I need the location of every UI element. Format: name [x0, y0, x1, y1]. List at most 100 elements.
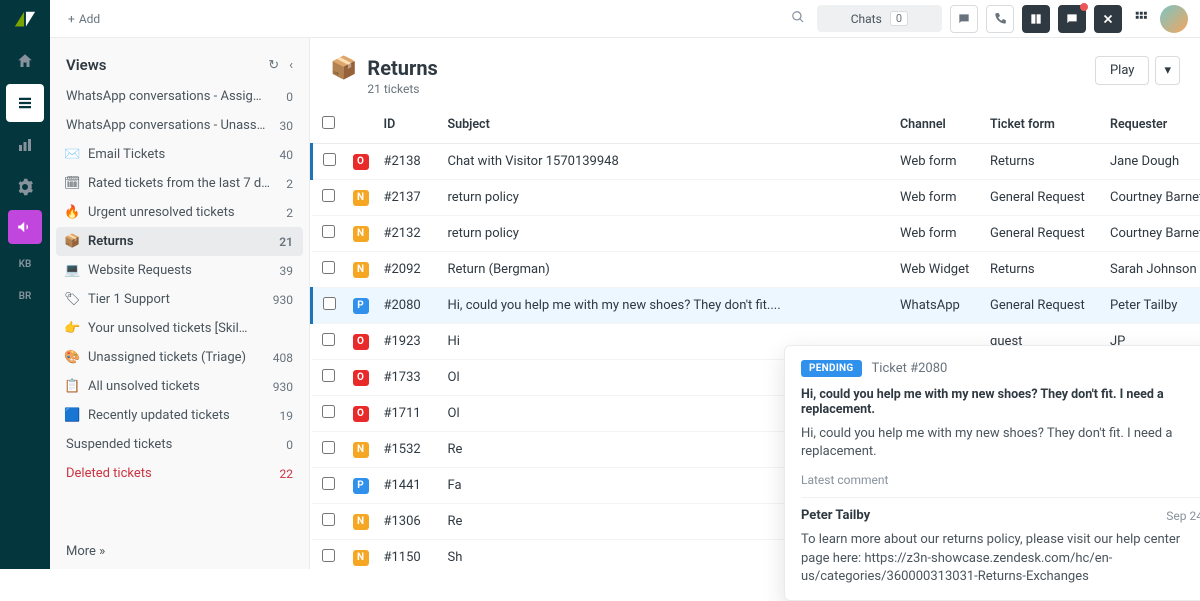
ticket-requester: Sarah Johnson	[1102, 252, 1200, 288]
table-row[interactable]: N#2132return policyWeb formGeneral Reque…	[312, 216, 1200, 252]
status-badge: P	[353, 298, 369, 314]
sidebar-item[interactable]: WhatsApp conversations - Assig…0	[50, 82, 309, 111]
view-icon: 📋	[64, 379, 80, 394]
ticket-form: General Request	[982, 216, 1102, 252]
sidebar-item[interactable]: 🔥Urgent unresolved tickets2	[50, 198, 309, 227]
view-label: Returns	[88, 234, 271, 249]
sidebar-item[interactable]: WhatsApp conversations - Unass…30	[50, 111, 309, 140]
view-icon: 💻	[64, 263, 80, 278]
row-checkbox[interactable]	[322, 549, 335, 562]
page-subtitle: 21 tickets	[367, 82, 437, 96]
row-checkbox[interactable]	[322, 513, 335, 526]
rail-views-icon[interactable]	[6, 84, 44, 122]
status-badge: N	[353, 190, 369, 206]
sidebar-item[interactable]: 🏷Tier 1 Support930	[50, 285, 309, 314]
col-requester[interactable]: Requester	[1102, 106, 1200, 144]
row-checkbox[interactable]	[322, 225, 335, 238]
sidebar-item[interactable]: 🎨Unassigned tickets (Triage)408	[50, 343, 309, 372]
select-all-checkbox[interactable]	[322, 116, 335, 129]
ticket-channel: Web form	[892, 180, 982, 216]
chats-label: Chats	[851, 12, 882, 26]
view-label: Rated tickets from the last 7 d…	[88, 176, 278, 191]
row-checkbox[interactable]	[322, 189, 335, 202]
rail-admin-icon[interactable]	[6, 168, 44, 206]
chat-alert-icon[interactable]	[1058, 5, 1086, 33]
row-checkbox[interactable]	[322, 369, 335, 382]
preview-latest-label: Latest comment	[801, 473, 1200, 487]
row-checkbox[interactable]	[322, 405, 335, 418]
rail-kb-link[interactable]: KB	[10, 252, 40, 276]
sidebar-item[interactable]: 📋All unsolved tickets930	[50, 372, 309, 401]
view-count: 39	[280, 264, 294, 278]
status-badge: N	[353, 550, 369, 566]
conversations-icon[interactable]	[950, 5, 978, 33]
play-menu-button[interactable]: ▾	[1155, 56, 1180, 85]
ticket-requester: Courtney Barnett	[1102, 180, 1200, 216]
row-checkbox[interactable]	[323, 297, 336, 310]
view-icon: 🗓	[64, 176, 80, 191]
col-subject[interactable]: Subject	[440, 106, 893, 144]
chats-button[interactable]: Chats 0	[817, 5, 942, 32]
rail-reporting-icon[interactable]	[6, 126, 44, 164]
ticket-form: Returns	[982, 252, 1102, 288]
table-row[interactable]: O#2138Chat with Visitor 1570139948Web fo…	[312, 144, 1200, 180]
panel-icon[interactable]	[1022, 5, 1050, 33]
col-channel[interactable]: Channel	[892, 106, 982, 144]
view-count: 22	[280, 467, 294, 481]
sidebar-item[interactable]: Suspended tickets0	[50, 430, 309, 459]
collapse-icon[interactable]: ‹	[289, 58, 293, 73]
ticket-id: #2080	[376, 288, 440, 324]
rail-home-icon[interactable]	[6, 42, 44, 80]
sidebar-item[interactable]: 💻Website Requests39	[50, 256, 309, 285]
sidebar-item[interactable]: Deleted tickets 22	[50, 459, 309, 488]
sidebar-item[interactable]: 📦Returns21	[56, 227, 303, 256]
refresh-icon[interactable]: ↻	[268, 58, 279, 73]
ticket-requester: Jane Dough	[1102, 144, 1200, 180]
views-sidebar: Views ↻ ‹ WhatsApp conversations - Assig…	[50, 38, 310, 569]
table-row[interactable]: P#2080Hi, could you help me with my new …	[312, 288, 1200, 324]
brand-logo[interactable]	[11, 8, 39, 32]
sidebar-item[interactable]: 👉Your unsolved tickets [Skil…	[50, 314, 309, 343]
col-id[interactable]: ID	[376, 106, 440, 144]
ticket-id: #1441	[376, 468, 440, 504]
view-icon: 🏷	[64, 292, 80, 307]
ticket-form: Returns	[982, 144, 1102, 180]
sidebar-item[interactable]: ✉️Email Tickets40	[50, 140, 309, 169]
play-button[interactable]: Play	[1095, 56, 1150, 85]
sidebar-item[interactable]: 🟦Recently updated tickets19	[50, 401, 309, 430]
chats-count: 0	[890, 11, 908, 26]
row-checkbox[interactable]	[322, 477, 335, 490]
view-count: 0	[286, 90, 293, 104]
rail-br-link[interactable]: BR	[10, 284, 40, 308]
row-checkbox[interactable]	[322, 441, 335, 454]
rail-announcement-icon[interactable]	[8, 210, 42, 244]
table-row[interactable]: N#2137return policyWeb formGeneral Reque…	[312, 180, 1200, 216]
add-button[interactable]: + Add	[62, 8, 106, 30]
content-area: 📦 Returns 21 tickets Play ▾	[310, 38, 1200, 569]
views-title: Views	[66, 56, 107, 74]
status-badge: N	[353, 226, 369, 242]
table-row[interactable]: N#2092Return (Bergman)Web WidgetReturnsS…	[312, 252, 1200, 288]
view-count: 21	[279, 235, 293, 249]
row-checkbox[interactable]	[323, 153, 336, 166]
view-icon: 👉	[64, 321, 80, 336]
ticket-requester: Courtney Barnett	[1102, 216, 1200, 252]
row-checkbox[interactable]	[322, 261, 335, 274]
ticket-subject: Chat with Visitor 1570139948	[440, 144, 893, 180]
plus-icon: +	[68, 12, 75, 26]
search-icon[interactable]	[787, 6, 809, 32]
ticket-form: General Request	[982, 288, 1102, 324]
ticket-channel: Web Widget	[892, 252, 982, 288]
views-more-link[interactable]: More »	[50, 534, 309, 569]
preview-comment: To learn more about our returns policy, …	[801, 531, 1200, 586]
apps-grid-icon[interactable]	[1130, 6, 1152, 32]
ticket-channel: WhatsApp	[892, 288, 982, 324]
close-panel-icon[interactable]	[1094, 5, 1122, 33]
view-count: 930	[273, 380, 293, 394]
view-label: Deleted tickets	[66, 466, 272, 481]
sidebar-item[interactable]: 🗓Rated tickets from the last 7 d…2	[50, 169, 309, 198]
row-checkbox[interactable]	[322, 333, 335, 346]
col-form[interactable]: Ticket form	[982, 106, 1102, 144]
phone-icon[interactable]	[986, 5, 1014, 33]
avatar[interactable]	[1160, 5, 1188, 33]
